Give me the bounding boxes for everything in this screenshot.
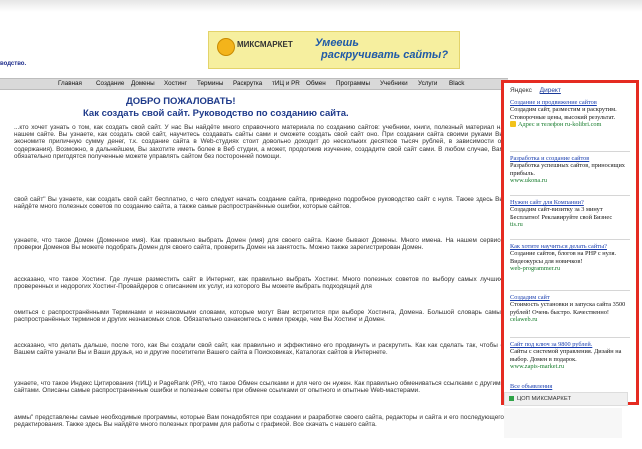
welcome-heading: ДОБРО ПОЖАЛОВАТЬ!	[126, 96, 236, 107]
ad-text: Стоимость установки и запуска сайта 3500…	[510, 301, 626, 316]
ad-url[interactable]: Адрес и телефон ru-kolibri.com	[510, 121, 630, 128]
paragraph-domains: узнаете, что такое Домен (Доменное имя).…	[14, 237, 504, 252]
ad-divider	[510, 151, 630, 152]
address-icon	[510, 121, 516, 128]
nav-promotion[interactable]: Раскрутка	[233, 79, 262, 89]
paragraph-terms: омиться с распространёнными Терминами и …	[14, 309, 504, 324]
badge-label: ЦОП МИКСМАРКЕТ	[517, 396, 572, 402]
nav-exchange[interactable]: Обмен	[306, 79, 326, 89]
nav-hosting[interactable]: Хостинг	[164, 79, 187, 89]
ad-divider	[510, 337, 630, 338]
ad-url[interactable]: celaweb.ru	[510, 316, 630, 323]
paragraph-intro: ...кто хочет узнать о том, как создать с…	[14, 124, 504, 160]
mixmarket-logo-icon	[217, 38, 235, 56]
nav-services[interactable]: Услуги	[418, 79, 437, 89]
ad-item[interactable]: Создадим сайт Стоимость установки и запу…	[510, 294, 630, 323]
ad-url[interactable]: tis.ru	[510, 221, 630, 228]
paragraph-promotion: ассказано, что делать дальше, после того…	[14, 342, 504, 357]
yandex-direct-sidebar: Яндекс Директ Создание и продвижение сай…	[501, 80, 639, 405]
ad-item[interactable]: Сайт под ключ за 9800 рублей. Сайты с си…	[510, 341, 630, 370]
ad-text: Сайты с системой управления. Дизайн на в…	[510, 348, 622, 363]
badge-icon	[509, 395, 514, 401]
ad-url[interactable]: www.ukona.ru	[510, 177, 630, 184]
nav-terms[interactable]: Термины	[197, 79, 223, 89]
ad-title[interactable]: Нужен сайт для Компании?	[510, 199, 630, 206]
ad-url[interactable]: www.zapis-market.ru	[510, 363, 630, 370]
ad-divider	[510, 290, 630, 291]
nav-creation[interactable]: Создание	[96, 79, 124, 89]
site-link[interactable]: водство.	[0, 61, 26, 67]
paragraph-links: узнаете, что такое Индекс Цитирования (т…	[14, 380, 504, 395]
ad-item[interactable]: Нужен сайт для Компании? Создадим сайт-в…	[510, 199, 630, 228]
ad-item[interactable]: Как хотите научиться делать сайты? Созда…	[510, 243, 630, 272]
ad-title[interactable]: Создание и продвижение сайтов	[510, 99, 630, 106]
paragraph-programs: аммы" представлены самые необходимые про…	[14, 414, 504, 429]
all-ads-link[interactable]: Все объявления	[510, 383, 552, 390]
paragraph-creation: свой сайт" Вы узнаете, как создать свой …	[14, 196, 504, 211]
banner-slogan-line1: Умеешь	[315, 37, 359, 49]
ad-item[interactable]: Разработка и создание сайтов Разработка …	[510, 155, 630, 184]
top-navigation: Главная Создание Домены Хостинг Термины …	[0, 78, 508, 90]
ad-text: Создадим сайт, разместим и раскрутим. Ст…	[510, 106, 617, 121]
ad-title[interactable]: Разработка и создание сайтов	[510, 155, 630, 162]
ad-text: Создадим сайт-визитку за 3 минут Бесплат…	[510, 206, 613, 221]
ads-header: Яндекс Директ	[510, 87, 561, 94]
ad-divider	[510, 195, 630, 196]
ads-header-link[interactable]: Директ	[540, 87, 561, 94]
nav-programs[interactable]: Программы	[336, 79, 370, 89]
ad-divider	[510, 239, 630, 240]
top-shadow	[0, 0, 642, 12]
nav-domains[interactable]: Домены	[131, 79, 155, 89]
nav-black[interactable]: Black	[449, 79, 464, 89]
banner-slogan-line2: раскручивать сайты?	[321, 49, 449, 61]
mixmarket-footer-badge[interactable]: ЦОП МИКСМАРКЕТ	[504, 392, 628, 406]
mixmarket-banner[interactable]: МИКСМАРКЕТ Умеешь раскручивать сайты?	[208, 31, 460, 69]
ad-text: Разработка успешных сайтов, приносящих п…	[510, 162, 625, 177]
ad-text: Создание сайтов, блогов на PHP с нуля. В…	[510, 250, 617, 265]
paragraph-hosting: ассказано, что такое Хостинг. Где лучше …	[14, 276, 504, 291]
nav-home[interactable]: Главная	[58, 79, 82, 89]
ad-title[interactable]: Как хотите научиться делать сайты?	[510, 243, 630, 250]
page: МИКСМАРКЕТ Умеешь раскручивать сайты? во…	[0, 0, 642, 449]
nav-textbooks[interactable]: Учебники	[380, 79, 408, 89]
ads-header-label: Яндекс	[510, 87, 532, 94]
nav-tic-pr[interactable]: тИЦ и PR	[272, 79, 300, 89]
ad-item[interactable]: Создание и продвижение сайтов Создадим с…	[510, 99, 630, 128]
main-content: ДОБРО ПОЖАЛОВАТЬ! Как создать свой сайт.…	[14, 96, 504, 446]
ad-title[interactable]: Сайт под ключ за 9800 рублей.	[510, 341, 630, 348]
footer-placeholder	[504, 408, 622, 438]
ad-title[interactable]: Создадим сайт	[510, 294, 630, 301]
banner-brand: МИКСМАРКЕТ	[237, 40, 293, 49]
ad-url[interactable]: web-programmer.ru	[510, 265, 630, 272]
page-subtitle: Как создать свой сайт. Руководство по со…	[83, 108, 349, 119]
